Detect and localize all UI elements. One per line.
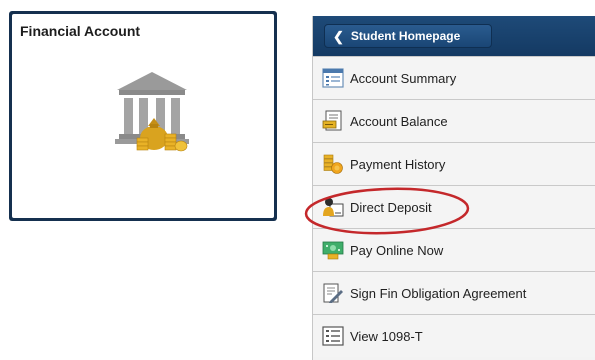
account-balance-icon: [322, 110, 342, 131]
payment-history-icon: [323, 154, 343, 174]
nav-item-account-balance[interactable]: Account Balance: [313, 99, 595, 142]
direct-deposit-icon: [323, 198, 344, 217]
tile-title: Financial Account: [20, 23, 141, 39]
nav-item-label: Account Balance: [350, 113, 448, 129]
chevron-left-icon: ❮: [333, 28, 344, 44]
nav-item-pay-online-now[interactable]: Pay Online Now: [313, 228, 595, 271]
nav-item-label: View 1098-T: [350, 328, 423, 344]
nav-item-direct-deposit[interactable]: Direct Deposit: [313, 185, 595, 228]
nav-item-label: Sign Fin Obligation Agreement: [350, 285, 527, 301]
nav-item-sign-fin-obligation[interactable]: Sign Fin Obligation Agreement: [313, 271, 595, 314]
financial-account-tile-frame: Financial Account: [9, 11, 277, 221]
nav-item-view-1098t[interactable]: View 1098-T: [313, 314, 595, 357]
nav-item-account-summary[interactable]: Account Summary: [313, 56, 595, 99]
nav-item-label: Pay Online Now: [350, 242, 444, 258]
back-button-label: Student Homepage: [350, 29, 461, 43]
nav-item-payment-history[interactable]: Payment History: [313, 142, 595, 185]
bank-money-icon: [115, 72, 189, 152]
nav-header: ❮ Student Homepage: [313, 16, 595, 56]
view-form-icon: [322, 326, 344, 346]
nav-item-label: Account Summary: [350, 70, 457, 86]
nav-item-label: Payment History: [350, 156, 446, 172]
student-homepage-back-button[interactable]: ❮ Student Homepage: [324, 24, 492, 48]
student-nav-panel: ❮ Student Homepage Account Summary Accou…: [312, 16, 595, 360]
nav-item-label: Direct Deposit: [350, 199, 432, 215]
sign-agreement-icon: [323, 283, 343, 303]
financial-account-tile[interactable]: Financial Account: [12, 14, 274, 218]
pay-online-icon: [322, 241, 344, 260]
account-summary-icon: [322, 68, 344, 88]
